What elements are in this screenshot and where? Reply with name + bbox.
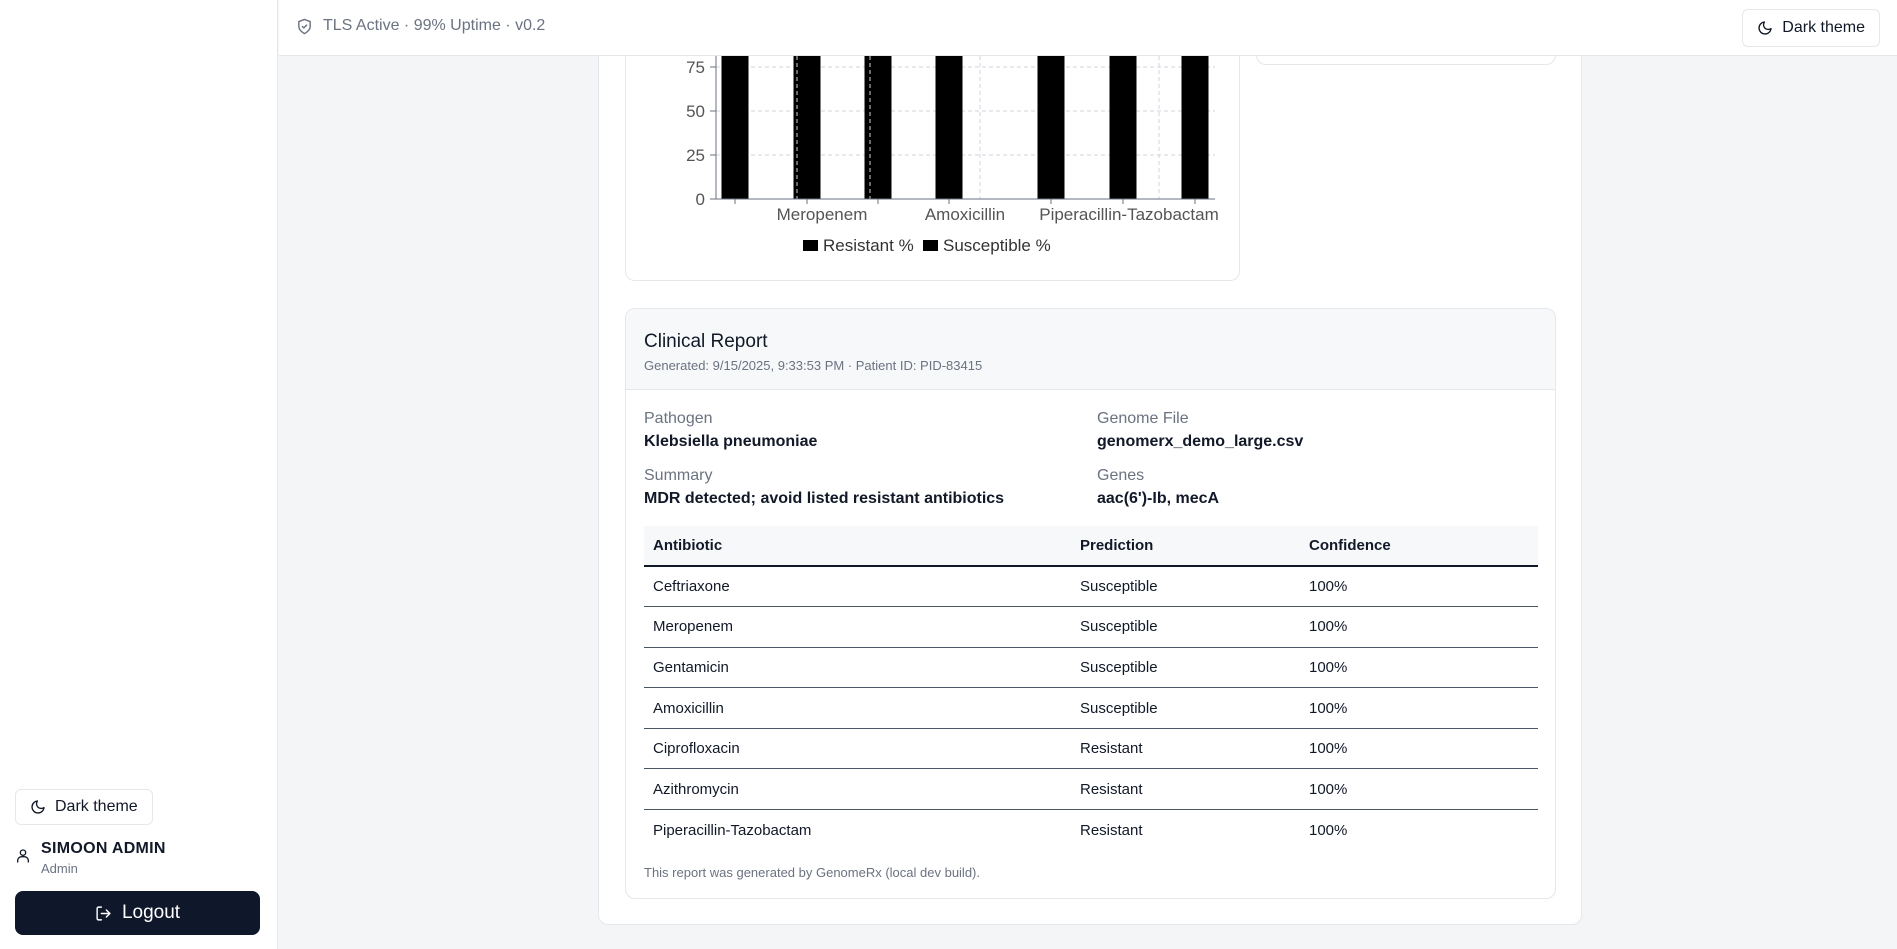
summary-value: MDR detected; avoid listed resistant ant… (644, 490, 1005, 507)
legend-swatch (923, 240, 938, 251)
confidence-cell: 100% (1300, 647, 1538, 689)
user-name: SIMOON ADMIN (41, 840, 166, 857)
report-footer: This report was generated by GenomeRx (l… (644, 865, 980, 880)
column-header-antibiotic: Antibiotic (644, 526, 1071, 567)
x-tick-label: Piperacillin-Tazobactam (1039, 205, 1219, 224)
table-row: Azithromycin Resistant 100% (644, 768, 1538, 811)
table-row: Piperacillin-Tazobactam Resistant 100% (644, 810, 1538, 851)
antibiotic-cell: Azithromycin (644, 768, 1071, 811)
legend-label: Resistant % (823, 236, 914, 255)
prediction-cell: Susceptible (1071, 606, 1300, 648)
sidebar: Dark theme SIMOON ADMIN Admin Logout (0, 0, 278, 949)
antibiotic-cell: Gentamicin (644, 647, 1071, 689)
predictions-table: Antibiotic Prediction Confidence Ceftria… (644, 526, 1538, 850)
genes-field: Genes aac(6')-Ib, mecA (1097, 467, 1219, 508)
y-tick-label: 25 (686, 146, 705, 165)
moon-icon (31, 800, 45, 814)
genes-label: Genes (1097, 467, 1145, 484)
prediction-cell: Susceptible (1071, 687, 1300, 729)
pathogen-value: Klebsiella pneumoniae (644, 433, 818, 450)
summary-field: Summary MDR detected; avoid listed resis… (644, 467, 1004, 508)
antibiotic-cell: Amoxicillin (644, 687, 1071, 729)
prediction-cell: Resistant (1071, 728, 1300, 770)
status-indicator: TLS Active · 99% Uptime · v0.2 (296, 17, 545, 35)
table-row: Ciprofloxacin Resistant 100% (644, 728, 1538, 770)
logout-button[interactable]: Logout (15, 891, 260, 935)
confidence-cell: 100% (1309, 821, 1348, 839)
report-title: Clinical Report (644, 331, 768, 352)
genes-value: aac(6')-Ib, mecA (1097, 490, 1220, 507)
topbar-dark-theme-label: Dark theme (1782, 19, 1865, 36)
genome-file-field: Genome File genomerx_demo_large.csv (1097, 410, 1303, 451)
confidence-cell: 100% (1300, 687, 1538, 729)
antibiotic-cell: Piperacillin-Tazobactam (653, 821, 812, 839)
user-info: SIMOON ADMIN Admin (15, 840, 166, 876)
prediction-cell: Susceptible (1071, 566, 1300, 608)
legend-swatch (803, 240, 818, 251)
report-meta: Generated: 9/15/2025, 9:33:53 PM · Patie… (644, 358, 983, 373)
confidence-cell: 100% (1300, 606, 1538, 648)
confidence-cell: 100% (1300, 768, 1538, 811)
table-row: Meropenem Susceptible 100% (644, 606, 1538, 648)
column-header-prediction: Prediction (1071, 526, 1300, 567)
table-row: Ceftriaxone Susceptible 100% (644, 566, 1538, 608)
shield-check-icon (298, 18, 311, 34)
column-header-confidence: Confidence (1300, 526, 1538, 567)
antibiotic-cell: Meropenem (644, 606, 1071, 648)
antibiotic-cell: Ciprofloxacin (644, 728, 1071, 770)
pathogen-label: Pathogen (644, 410, 713, 427)
pathogen-field: Pathogen Klebsiella pneumoniae (644, 410, 817, 451)
y-tick-label: 75 (686, 58, 705, 77)
prediction-cell: Resistant (1071, 768, 1300, 811)
y-tick-label: 50 (686, 102, 705, 121)
confidence-cell: 100% (1300, 566, 1538, 608)
table-row: Gentamicin Susceptible 100% (644, 647, 1538, 689)
genome-file-label: Genome File (1097, 410, 1189, 427)
clinical-report-card: Clinical Report Generated: 9/15/2025, 9:… (625, 308, 1556, 899)
user-icon (17, 849, 29, 863)
legend-label: Susceptible % (943, 236, 1051, 255)
user-role: Admin (41, 861, 78, 876)
y-tick-label: 0 (696, 190, 705, 209)
table-header-row: Antibiotic Prediction Confidence (644, 526, 1538, 567)
antibiotic-cell: Ceftriaxone (644, 566, 1071, 608)
top-bar: TLS Active · 99% Uptime · v0.2 Dark them… (279, 0, 1897, 56)
x-tick-label: Meropenem (777, 205, 868, 224)
sidebar-dark-theme-button[interactable]: Dark theme (15, 789, 153, 825)
summary-label: Summary (644, 467, 713, 484)
prediction-cell: Susceptible (1071, 647, 1300, 689)
topbar-dark-theme-button[interactable]: Dark theme (1742, 9, 1880, 47)
prediction-cell: Resistant (1080, 821, 1143, 839)
confidence-cell: 100% (1300, 728, 1538, 770)
sidebar-dark-theme-label: Dark theme (55, 798, 138, 815)
logout-icon (96, 905, 111, 921)
x-tick-label: Amoxicillin (925, 205, 1005, 224)
logout-label: Logout (121, 902, 181, 923)
status-text: TLS Active · 99% Uptime · v0.2 (323, 17, 546, 34)
report-header: Clinical Report Generated: 9/15/2025, 9:… (626, 309, 1555, 390)
table-row: Amoxicillin Susceptible 100% (644, 687, 1538, 729)
genome-file-value: genomerx_demo_large.csv (1097, 433, 1304, 450)
moon-icon (1758, 21, 1772, 35)
